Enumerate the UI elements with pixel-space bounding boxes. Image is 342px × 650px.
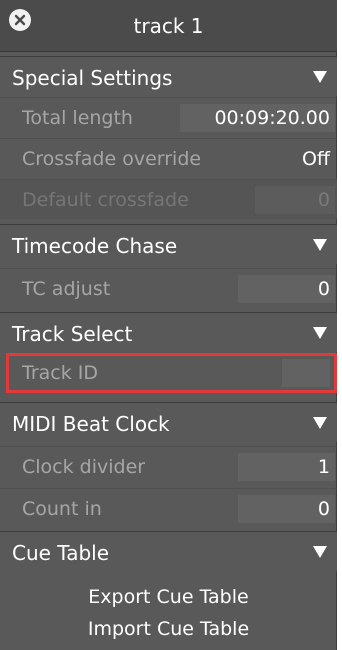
section-title: Timecode Chase — [12, 234, 178, 258]
section-timecode-chase[interactable]: Timecode Chase — [0, 224, 337, 264]
export-cue-table-button[interactable]: Export Cue Table — [0, 586, 337, 608]
default-crossfade-label: Default crossfade — [22, 189, 189, 211]
clock-divider-value[interactable]: 1 — [318, 456, 330, 478]
collapse-triangle-icon[interactable] — [313, 546, 327, 558]
inspector-panel: track 1 Special Settings Total length 00… — [0, 0, 337, 650]
tc-adjust-value[interactable]: 0 — [318, 278, 330, 300]
section-title: Special Settings — [12, 66, 173, 90]
collapse-triangle-icon[interactable] — [313, 327, 327, 339]
section-cue-table[interactable]: Cue Table — [0, 531, 337, 571]
row-crossfade-override[interactable]: Crossfade override Off — [0, 138, 337, 178]
section-special-settings[interactable]: Special Settings — [0, 56, 337, 96]
row-clock-divider[interactable]: Clock divider 1 — [0, 446, 337, 486]
row-total-length[interactable]: Total length 00:09:20.00 — [0, 97, 337, 137]
section-title: MIDI Beat Clock — [12, 412, 170, 436]
row-tc-adjust[interactable]: TC adjust 0 — [0, 268, 337, 308]
section-track-select[interactable]: Track Select — [0, 312, 337, 352]
highlight-box — [6, 353, 337, 393]
window-title: track 1 — [133, 14, 204, 38]
section-title: Cue Table — [12, 541, 110, 565]
tc-adjust-label: TC adjust — [22, 278, 111, 300]
collapse-triangle-icon[interactable] — [313, 239, 327, 251]
default-crossfade-value: 0 — [317, 189, 330, 211]
count-in-value[interactable]: 0 — [318, 498, 330, 520]
collapse-triangle-icon[interactable] — [313, 417, 327, 429]
collapse-triangle-icon[interactable] — [313, 71, 327, 83]
section-midi-beat-clock[interactable]: MIDI Beat Clock — [0, 402, 337, 442]
total-length-value[interactable]: 00:09:20.00 — [214, 107, 330, 129]
import-cue-table-button[interactable]: Import Cue Table — [0, 618, 337, 640]
row-count-in[interactable]: Count in 0 — [0, 488, 337, 528]
total-length-label: Total length — [22, 107, 133, 129]
clock-divider-label: Clock divider — [22, 456, 146, 478]
row-default-crossfade: Default crossfade 0 — [0, 179, 337, 219]
crossfade-override-value[interactable]: Off — [302, 148, 330, 170]
crossfade-override-label: Crossfade override — [22, 148, 202, 170]
section-title: Track Select — [12, 322, 133, 346]
count-in-label: Count in — [22, 498, 102, 520]
title-bar: track 1 — [0, 0, 337, 52]
